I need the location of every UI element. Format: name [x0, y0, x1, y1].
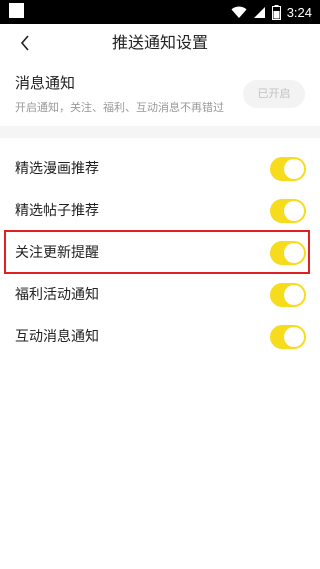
cellular-signal-icon [253, 6, 265, 18]
toggle-knob [284, 201, 304, 221]
setting-row-post-recommend[interactable]: 精选帖子推荐 [0, 190, 320, 232]
enabled-status-button[interactable]: 已开启 [243, 80, 305, 108]
toggle-switch[interactable] [270, 157, 306, 181]
toggle-knob [284, 285, 304, 305]
notification-icon [9, 3, 24, 18]
toggle-switch[interactable] [270, 199, 306, 223]
wifi-icon [231, 6, 247, 18]
battery-icon [271, 4, 281, 20]
setting-label: 精选帖子推荐 [15, 203, 99, 219]
toggle-switch[interactable] [270, 325, 306, 349]
master-title: 消息通知 [15, 74, 76, 92]
setting-label: 关注更新提醒 [15, 245, 99, 261]
master-description: 开启通知，关注、福利、互动消息不再错过 [15, 101, 224, 114]
setting-row-interaction-messages[interactable]: 互动消息通知 [0, 316, 320, 358]
status-bar: 3:24 [0, 0, 320, 24]
toggle-knob [284, 159, 304, 179]
setting-row-comic-recommend[interactable]: 精选漫画推荐 [0, 148, 320, 190]
toggle-switch[interactable] [270, 283, 306, 307]
toggle-knob [284, 327, 304, 347]
page-title: 推送通知设置 [111, 33, 208, 52]
toggle-switch[interactable] [270, 241, 306, 265]
app-header: 推送通知设置 [0, 24, 320, 62]
setting-row-benefit-activity[interactable]: 福利活动通知 [0, 274, 320, 316]
setting-row-follow-updates[interactable]: 关注更新提醒 [0, 230, 320, 274]
setting-label: 福利活动通知 [15, 287, 99, 303]
toggle-knob [284, 243, 304, 263]
section-divider [0, 126, 320, 138]
setting-label: 精选漫画推荐 [15, 161, 99, 177]
master-notification-section: 消息通知 开启通知，关注、福利、互动消息不再错过 已开启 [0, 62, 320, 126]
notification-settings-list: 精选漫画推荐 精选帖子推荐 关注更新提醒 福利活动通知 互动消息通知 [0, 138, 320, 569]
setting-label: 互动消息通知 [15, 329, 99, 345]
status-time: 3:24 [286, 4, 312, 20]
